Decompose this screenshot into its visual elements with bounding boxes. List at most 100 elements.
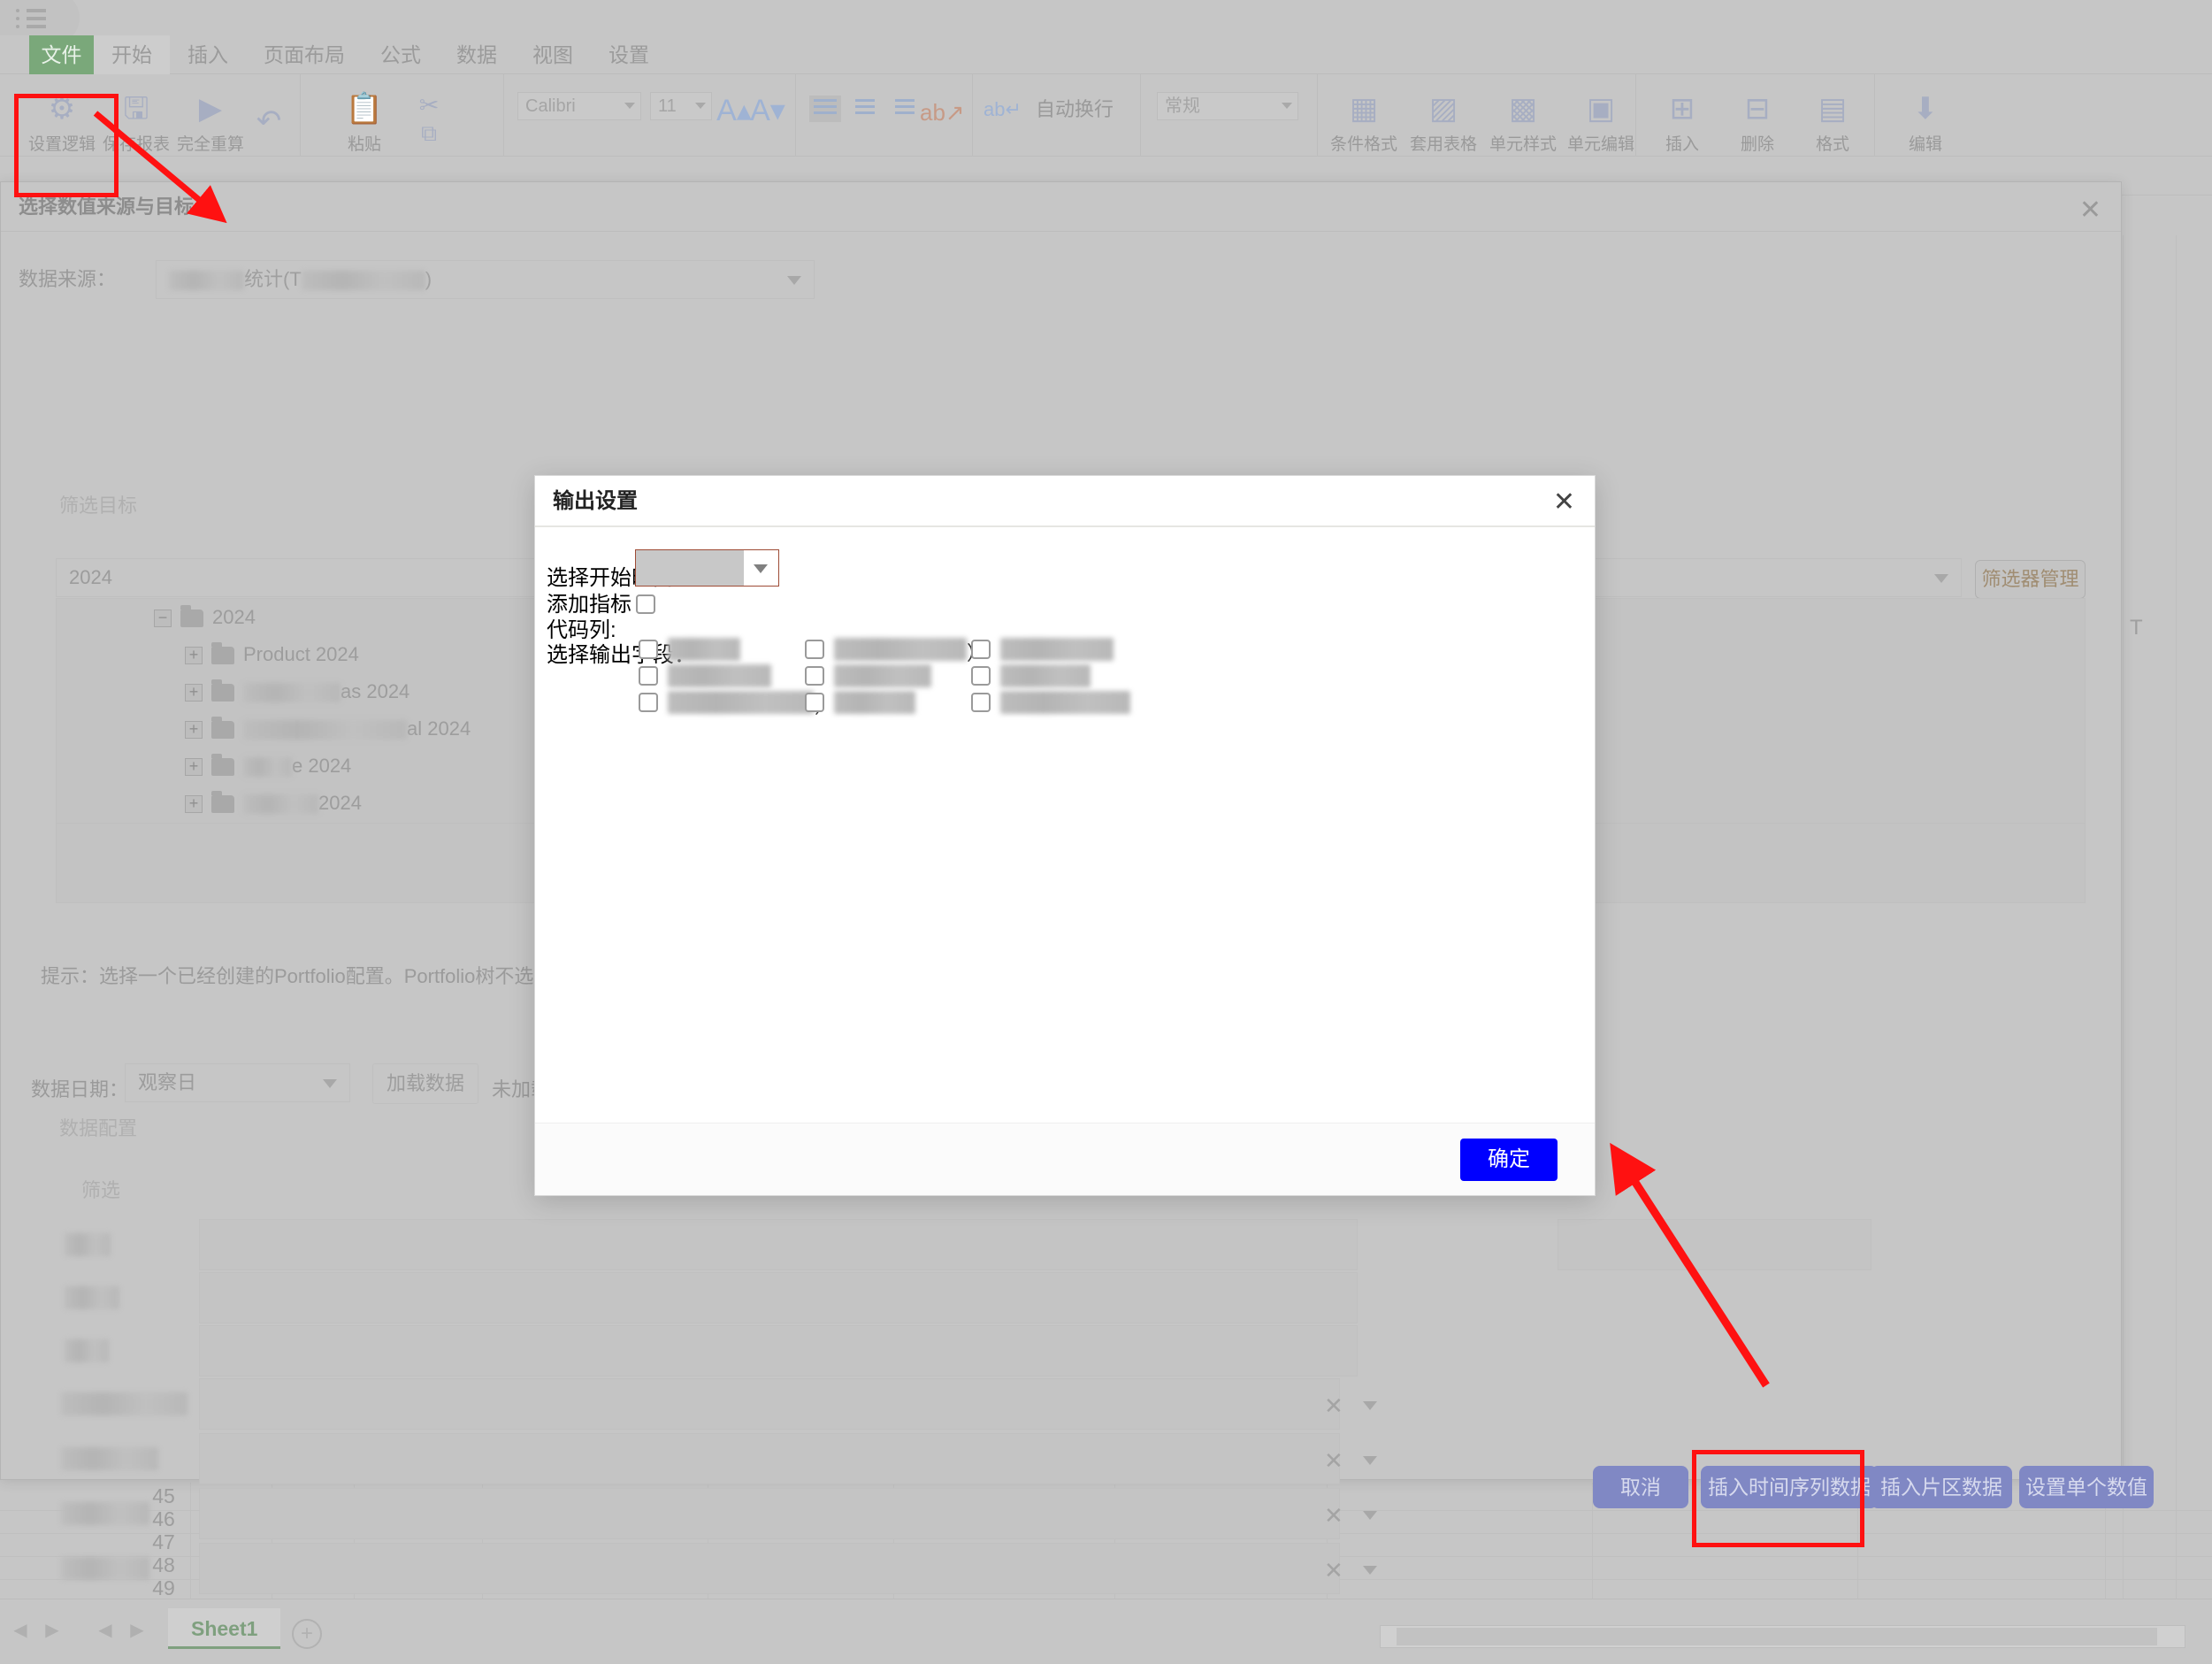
- undo-button[interactable]: ↶: [242, 99, 295, 143]
- sheet-tab-sheet1[interactable]: Sheet1: [168, 1608, 281, 1649]
- tab-file[interactable]: 文件: [29, 35, 94, 74]
- copy-icon: ⧉: [421, 121, 437, 146]
- table-style-button[interactable]: ▨ 套用表格: [1406, 87, 1481, 155]
- tab-formula[interactable]: 公式: [363, 35, 439, 74]
- cell-edit-label: 单元编辑: [1566, 135, 1634, 154]
- filter-input-5[interactable]: [199, 1433, 1340, 1484]
- set-single-value-button[interactable]: 设置单个数值: [2019, 1466, 2154, 1508]
- chevron-down-icon: [754, 564, 768, 573]
- delete-cells-icon: ⊟: [1744, 92, 1771, 126]
- align-middle-button[interactable]: [849, 96, 881, 122]
- tab-data[interactable]: 数据: [439, 35, 515, 74]
- modal-title: 输出设置: [535, 476, 1595, 527]
- tab-insert[interactable]: 插入: [170, 35, 246, 74]
- align-top-button[interactable]: [809, 96, 841, 122]
- nav-last-icon[interactable]: ▶: [39, 1619, 65, 1641]
- cell-style-button[interactable]: ▩ 单元样式: [1486, 87, 1560, 155]
- filter-input-3[interactable]: [199, 1325, 1358, 1376]
- wrap-text-icon: ab↵: [984, 98, 1022, 120]
- nav-first-icon[interactable]: ◀: [7, 1619, 34, 1641]
- chevron-down-icon: [1363, 1401, 1377, 1410]
- undo-icon: ↶: [256, 104, 282, 138]
- font-family-value: Calibri: [525, 96, 576, 116]
- align-bottom-button[interactable]: [889, 96, 921, 122]
- conditional-format-button[interactable]: ▦ 条件格式: [1327, 87, 1401, 155]
- output-field-checkbox-9[interactable]: [971, 693, 991, 712]
- filter-input-6[interactable]: [199, 1488, 1340, 1539]
- paste-button[interactable]: 📋 粘贴: [327, 87, 402, 155]
- confirm-button[interactable]: 确定: [1460, 1139, 1558, 1181]
- paste-icon: 📋: [345, 92, 384, 126]
- output-field-checkbox-7[interactable]: [971, 640, 991, 659]
- increase-font-size-button[interactable]: A▴: [716, 88, 752, 133]
- insert-region-data-button[interactable]: 插入片区数据: [1871, 1466, 2012, 1508]
- hamburger-icon[interactable]: [16, 9, 46, 28]
- chevron-down-icon: [1363, 1456, 1377, 1465]
- output-field-checkbox-2[interactable]: [639, 666, 658, 686]
- filter-select-1[interactable]: [1558, 1219, 1871, 1270]
- delete-cells-button[interactable]: ⊟ 删除: [1720, 87, 1795, 155]
- add-code-column-label: 添加指标代码列:: [547, 593, 631, 642]
- cell-edit-button[interactable]: ▣ 单元编辑: [1564, 87, 1638, 155]
- filter-input-1[interactable]: [199, 1219, 1358, 1270]
- filter-label-redacted: [61, 1447, 158, 1470]
- tab-settings[interactable]: 设置: [591, 35, 667, 74]
- conditional-format-icon: ▦: [1349, 92, 1379, 126]
- clear-icon[interactable]: ✕: [1324, 1447, 1343, 1475]
- nav-prev-icon[interactable]: ◀: [92, 1619, 119, 1641]
- filter-input-2[interactable]: [199, 1272, 1358, 1323]
- ribbon-tabstrip: 文件 开始 插入 页面布局 公式 数据 视图 设置: [0, 35, 2212, 74]
- recalculate-button[interactable]: ▶ 完全重算: [173, 87, 248, 155]
- output-field-label-8: [1000, 664, 1091, 687]
- output-field-label-5: [834, 664, 931, 687]
- clear-icon[interactable]: ✕: [1324, 1392, 1343, 1420]
- scrollbar-thumb[interactable]: [1397, 1628, 2157, 1645]
- cell-style-icon: ▩: [1508, 92, 1538, 126]
- output-field-checkbox-6[interactable]: [805, 693, 824, 712]
- chevron-down-icon: [1363, 1566, 1377, 1575]
- sheet-tab-bar: ◀ ▶ ◀ ▶ Sheet1 +: [0, 1599, 2212, 1664]
- insert-cells-icon: ⊞: [1669, 92, 1695, 126]
- number-format-select[interactable]: 常规: [1157, 92, 1298, 120]
- output-settings-modal: 输出设置 ✕ 选择开始时间： 添加指标代码列: 选择输出字段： ） ） 确定: [534, 475, 1596, 1196]
- output-field-checkbox-1[interactable]: [639, 640, 658, 659]
- tab-home[interactable]: 开始: [94, 35, 170, 74]
- add-code-column-checkbox[interactable]: [636, 594, 655, 614]
- cancel-button[interactable]: 取消: [1593, 1466, 1688, 1508]
- output-field-checkbox-8[interactable]: [971, 666, 991, 686]
- clear-icon[interactable]: ✕: [1324, 1502, 1343, 1530]
- clear-icon[interactable]: ✕: [1324, 1557, 1343, 1584]
- output-field-checkbox-5[interactable]: [805, 666, 824, 686]
- font-size-select[interactable]: 11: [650, 92, 712, 120]
- tab-view[interactable]: 视图: [515, 35, 591, 74]
- start-time-select[interactable]: [635, 549, 779, 587]
- wrap-text-label: 自动换行: [1036, 98, 1114, 120]
- edit-label: 编辑: [1908, 135, 1942, 154]
- insert-cells-button[interactable]: ⊞ 插入: [1645, 87, 1719, 155]
- edit-button[interactable]: ⬇ 编辑: [1888, 87, 1963, 155]
- start-time-value: [636, 550, 744, 586]
- close-icon[interactable]: ✕: [1553, 487, 1575, 518]
- decrease-font-size-button[interactable]: A▾: [750, 88, 785, 133]
- wrap-text-button[interactable]: ab↵ 自动换行: [984, 94, 1125, 122]
- conditional-format-label: 条件格式: [1329, 135, 1397, 154]
- tab-page-layout[interactable]: 页面布局: [246, 35, 363, 74]
- horizontal-scrollbar[interactable]: [1380, 1625, 2185, 1648]
- output-field-checkbox-4[interactable]: [805, 640, 824, 659]
- plus-circle-icon[interactable]: +: [292, 1619, 322, 1649]
- row-header: 49: [152, 1576, 175, 1599]
- text-orientation-button[interactable]: ab↗: [920, 90, 965, 134]
- copy-button[interactable]: ⧉: [407, 120, 451, 147]
- output-field-checkbox-3[interactable]: [639, 693, 658, 712]
- format-cells-button[interactable]: ▤ 格式: [1795, 87, 1870, 155]
- font-family-select[interactable]: Calibri: [517, 92, 641, 120]
- filter-input-7[interactable]: [199, 1543, 1340, 1594]
- insert-cells-label: 插入: [1665, 135, 1699, 154]
- filter-input-4[interactable]: [199, 1378, 1340, 1430]
- output-field-label-2: [668, 664, 771, 687]
- output-field-label-1: [668, 638, 740, 661]
- nav-next-icon[interactable]: ▶: [124, 1619, 150, 1641]
- filter-label-redacted: [65, 1339, 109, 1362]
- column-letter-T: T: [2130, 616, 2143, 640]
- recalculate-label: 完全重算: [176, 135, 244, 154]
